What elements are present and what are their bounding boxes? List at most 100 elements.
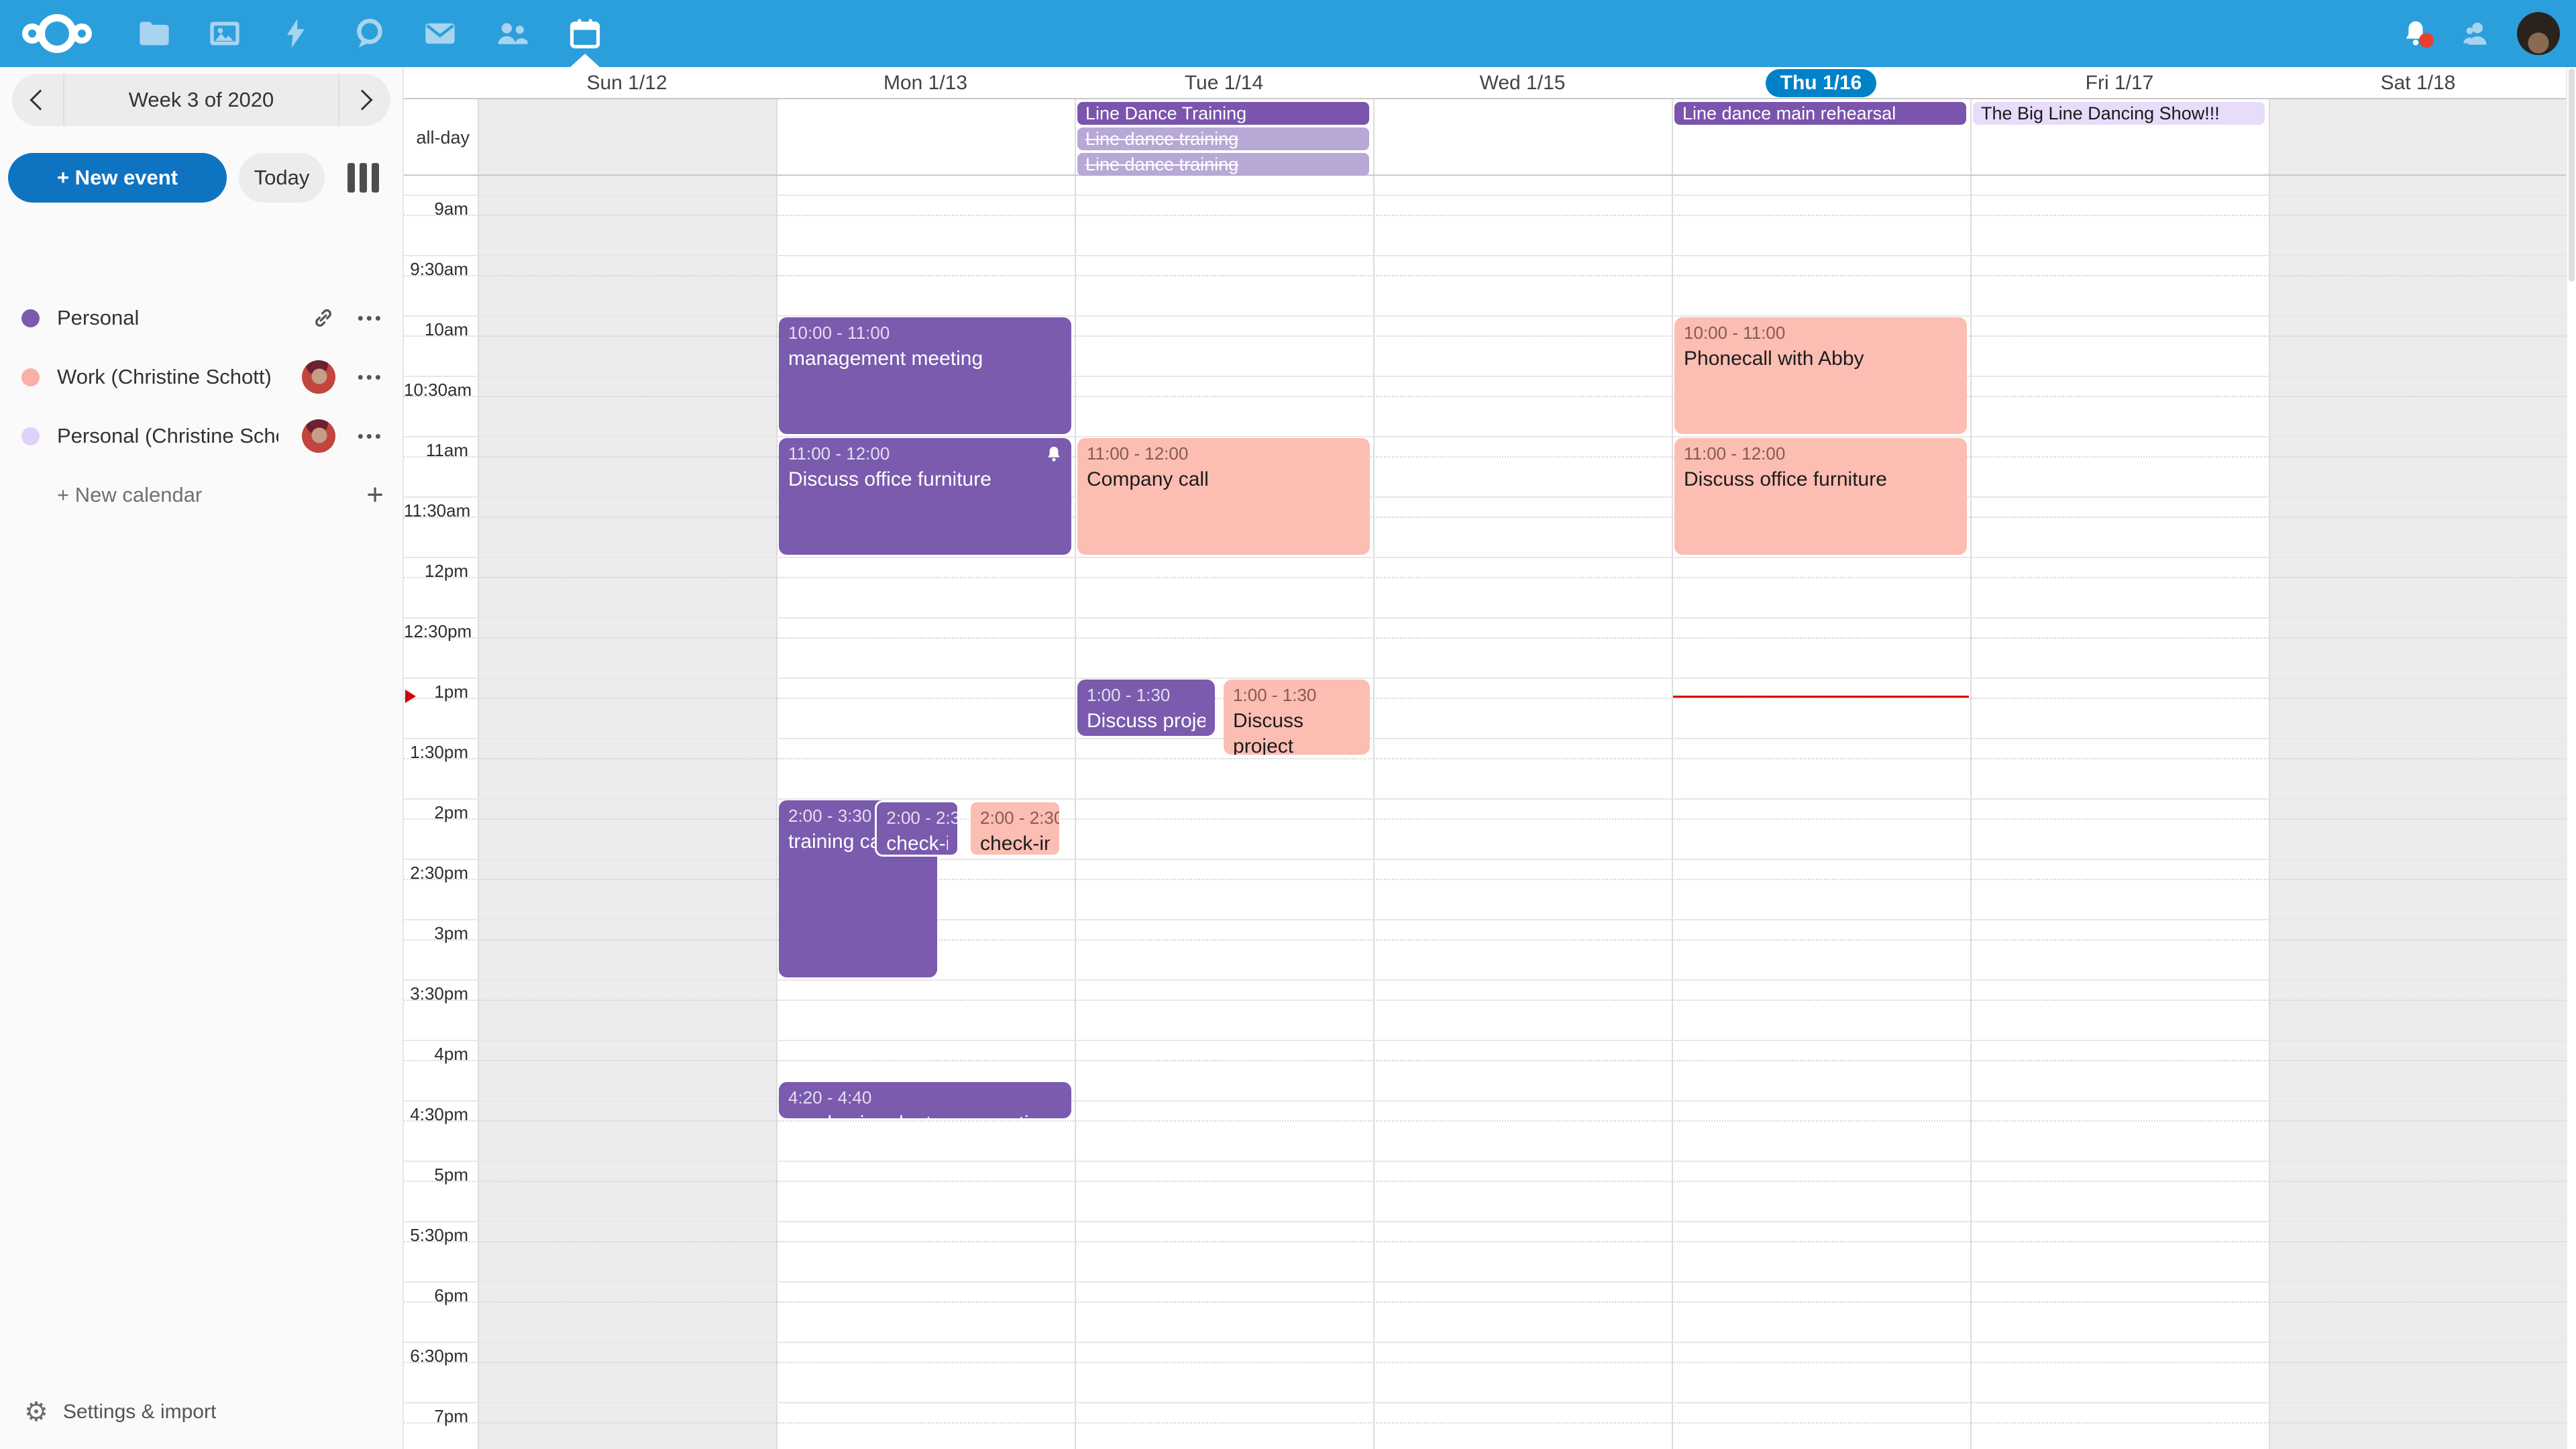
slot-line [404, 496, 2566, 498]
scrollbar [2566, 67, 2576, 1449]
day-column-3 [1373, 176, 1672, 1449]
view-switcher-icon[interactable] [347, 163, 379, 193]
all-day-event[interactable]: Line dance training [1077, 153, 1369, 176]
scrollbar-thumb[interactable] [2569, 68, 2575, 282]
time-label: 9:30am [404, 259, 468, 280]
new-event-button[interactable]: + New event [8, 153, 227, 203]
notifications-button[interactable] [2385, 18, 2446, 49]
event-title: Discuss office furniture [1684, 467, 1957, 492]
plus-icon[interactable]: + [366, 478, 384, 512]
event-discuss-project-announcement[interactable]: 1:00 - 1:30Discuss project announcement [1077, 680, 1215, 736]
calendar-color-dot [21, 309, 40, 327]
all-day-event[interactable]: Line Dance Training [1077, 102, 1369, 125]
slot-line [404, 1100, 2566, 1102]
top-bar [0, 0, 2576, 67]
day-header-0[interactable]: Sun 1/12 [478, 67, 776, 99]
slot-subline [404, 1362, 2566, 1363]
event-discuss-office-furniture[interactable]: 11:00 - 12:00Discuss office furniture [779, 438, 1071, 555]
nextcloud-logo[interactable] [27, 0, 87, 67]
next-week-button[interactable] [339, 74, 390, 126]
calendar-name: Personal (Christine Scho... [57, 424, 278, 448]
time-label: 7pm [404, 1406, 468, 1427]
slot-subline [404, 939, 2566, 941]
event-check-in[interactable]: 2:00 - 2:30check-in [969, 800, 1061, 857]
event-time: 10:00 - 11:00 [788, 323, 1062, 343]
slot-line [404, 376, 2566, 377]
event-phonecall-with-abby[interactable]: 10:00 - 11:00Phonecall with Abby [1674, 317, 1967, 434]
calendar-actions-menu[interactable]: ••• [358, 426, 384, 447]
today-pill: Thu 1/16 [1766, 69, 1877, 97]
contacts-app-button[interactable] [482, 0, 543, 67]
week-navigation: Week 3 of 2020 [12, 74, 390, 126]
active-app-indicator [570, 54, 600, 67]
slot-line [404, 919, 2566, 920]
day-header-3[interactable]: Wed 1/15 [1373, 67, 1672, 99]
all-day-cell-6 [2269, 99, 2567, 174]
files-app-button[interactable] [124, 0, 184, 67]
nextcloud-logo-icon [22, 14, 92, 53]
slot-subline [404, 1241, 2566, 1242]
event-check-in[interactable]: 2:00 - 2:30check-in [875, 800, 959, 857]
today-button[interactable]: Today [239, 153, 325, 203]
calendar-actions-menu[interactable]: ••• [358, 367, 384, 388]
calendar-week-view: Sun 1/12Mon 1/13Tue 1/14Wed 1/15 Thu 1/16… [402, 67, 2576, 1449]
slot-subline [404, 335, 2566, 337]
notification-badge [2419, 33, 2434, 48]
user-icon [2459, 17, 2493, 50]
spacer [21, 486, 40, 504]
previous-week-button[interactable] [12, 74, 63, 126]
time-label: 12:30pm [404, 621, 468, 642]
slot-subline [404, 1301, 2566, 1303]
calendar-name: Personal [57, 306, 139, 330]
settings-and-import[interactable]: ⚙ Settings & import [0, 1389, 216, 1436]
day-header-6[interactable]: Sat 1/18 [2269, 67, 2567, 99]
sidebar: Week 3 of 2020 + New event Today Persona… [0, 67, 402, 1449]
day-column-5 [1970, 176, 2269, 1449]
day-header-2[interactable]: Tue 1/14 [1075, 67, 1373, 99]
time-label: 2pm [404, 802, 468, 823]
calendar-actions-menu[interactable]: ••• [358, 308, 384, 329]
event-time: 4:20 - 4:40 [788, 1087, 1062, 1108]
all-day-event[interactable]: The Big Line Dancing Show!!! [1973, 102, 2265, 125]
mail-app-button[interactable] [410, 0, 470, 67]
time-label: 10am [404, 319, 468, 340]
calendar-list-item-2[interactable]: Personal (Christine Scho... ••• [0, 407, 402, 466]
all-day-event[interactable]: Line dance training [1077, 127, 1369, 150]
photos-app-button[interactable] [195, 0, 255, 67]
event-discuss-office-furniture[interactable]: 11:00 - 12:00Discuss office furniture [1674, 438, 1967, 555]
event-title: purchasing dept conversation [788, 1111, 1062, 1118]
slot-subline [404, 1422, 2566, 1424]
photos-icon [207, 16, 242, 51]
share-link-icon[interactable] [311, 306, 335, 330]
slot-subline [404, 698, 2566, 699]
calendar-list-item-1[interactable]: Work (Christine Schott)••• [0, 347, 402, 407]
new-calendar-label: + New calendar [57, 483, 202, 507]
day-header-1[interactable]: Mon 1/13 [776, 67, 1075, 99]
current-time-arrow-icon [405, 690, 416, 703]
day-header-4[interactable]: Thu 1/16 [1672, 67, 1970, 99]
event-discuss-project-announcement[interactable]: 1:00 - 1:30Discuss project announcement [1224, 680, 1370, 755]
user-avatar[interactable] [2517, 12, 2560, 55]
activity-app-button[interactable] [266, 0, 326, 67]
slot-subline [404, 275, 2566, 276]
shared-by-avatar [302, 419, 335, 453]
slot-subline [404, 396, 2566, 397]
calendar-icon [568, 16, 602, 51]
time-label: 10:30am [404, 380, 468, 400]
day-header-5[interactable]: Fri 1/17 [1970, 67, 2269, 99]
contacts-menu-button[interactable] [2446, 17, 2506, 50]
event-purchasing-dept-conversation[interactable]: 4:20 - 4:40 purchasing dept conversation [779, 1082, 1071, 1118]
week-label[interactable]: Week 3 of 2020 [63, 74, 339, 126]
event-time: 1:00 - 1:30 [1233, 685, 1360, 706]
event-time: 11:00 - 12:00 [788, 443, 1062, 464]
link-icon [311, 306, 335, 330]
event-management-meeting[interactable]: 10:00 - 11:00management meeting [779, 317, 1071, 434]
time-grid: 9am9:30am10am10:30am11am11:30am12pm12:30… [404, 176, 2566, 1449]
talk-app-button[interactable] [339, 0, 400, 67]
slot-line [404, 436, 2566, 437]
settings-label: Settings & import [63, 1401, 216, 1424]
calendar-list-item-0[interactable]: Personal ••• [0, 288, 402, 347]
all-day-event[interactable]: Line dance main rehearsal [1674, 102, 1966, 125]
new-calendar-button[interactable]: + New calendar + [0, 466, 402, 525]
event-company-call[interactable]: 11:00 - 12:00Company call [1077, 438, 1370, 555]
